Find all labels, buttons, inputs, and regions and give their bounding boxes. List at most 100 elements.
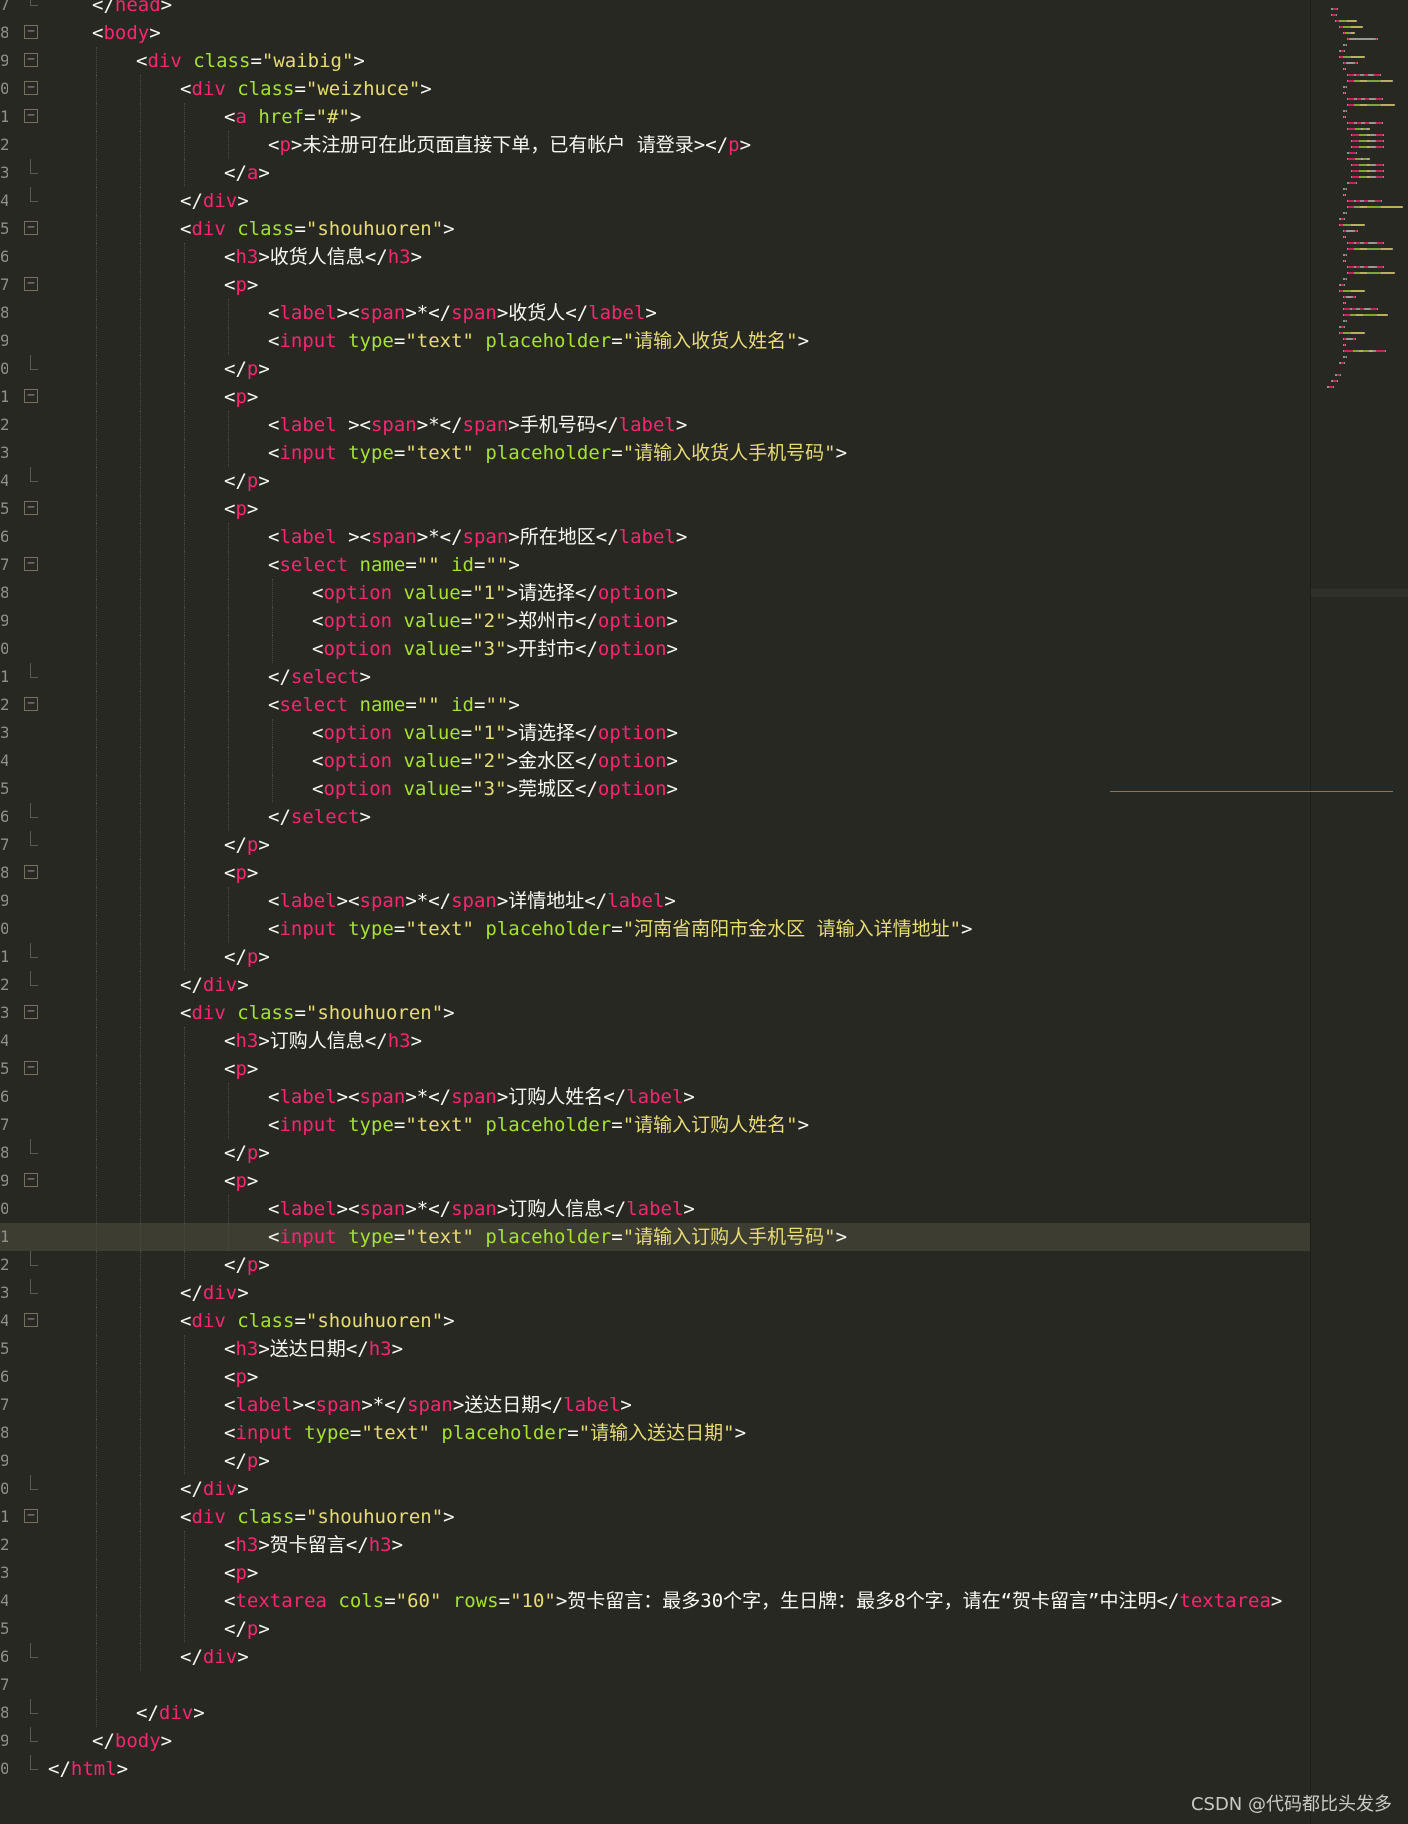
code-line[interactable]: 0 </p> xyxy=(0,355,1310,383)
code-line[interactable]: 8 − <p> xyxy=(0,859,1310,887)
code-line[interactable]: 2 <label ><span>*</span>手机号码</label> xyxy=(0,411,1310,439)
code-line[interactable]: 3 <input type="text" placeholder="请输入收货人手… xyxy=(0,439,1310,467)
fold-toggle-icon[interactable]: − xyxy=(24,1061,38,1075)
code-token: name xyxy=(359,694,406,716)
code-line[interactable]: 0 <option value="3">开封市</option> xyxy=(0,635,1310,663)
code-line[interactable]: 3 <option value="1">请选择</option> xyxy=(0,719,1310,747)
fold-toggle-icon[interactable]: − xyxy=(24,81,38,95)
code-line[interactable]: 8 <input type="text" placeholder="请输入送达日期… xyxy=(0,1419,1310,1447)
code-line[interactable]: 5 <h3>送达日期</h3> xyxy=(0,1335,1310,1363)
code-line[interactable]: 6 <h3>收货人信息</h3> xyxy=(0,243,1310,271)
indent-guide xyxy=(96,1503,97,1531)
fold-toggle-icon[interactable]: − xyxy=(24,1005,38,1019)
fold-toggle-icon[interactable]: − xyxy=(24,557,38,571)
code-line[interactable]: 4 </p> xyxy=(0,467,1310,495)
code-line[interactable]: 0 </div> xyxy=(0,1475,1310,1503)
code-line[interactable]: 7 </head> xyxy=(0,0,1310,19)
fold-toggle-icon[interactable]: − xyxy=(24,865,38,879)
code-line[interactable]: 2 </p> xyxy=(0,1251,1310,1279)
code-line[interactable]: 4 <h3>订购人信息</h3> xyxy=(0,1027,1310,1055)
code-line[interactable]: 2− <select name="" id=""> xyxy=(0,691,1310,719)
code-line[interactable]: 1 − <p> xyxy=(0,383,1310,411)
code-line[interactable]: 2 <p>未注册可在此页面直接下单，已有帐户 请登录></p> xyxy=(0,131,1310,159)
code-line[interactable]: 7 <label><span>*</span>送达日期</label> xyxy=(0,1391,1310,1419)
code-token: > xyxy=(620,1394,632,1416)
code-line[interactable]: 8 <option value="1">请选择</option> xyxy=(0,579,1310,607)
code-line[interactable]: 5 − <p> xyxy=(0,1055,1310,1083)
code-line[interactable]: 5 − <div class="shouhuoren"> xyxy=(0,215,1310,243)
code-line[interactable]: 8 </div> xyxy=(0,1699,1310,1727)
code-line[interactable]: 4 <option value="2">金水区</option> xyxy=(0,747,1310,775)
minimap-line xyxy=(1402,206,1403,208)
fold-toggle-icon[interactable]: − xyxy=(24,109,38,123)
code-line[interactable]: 2 <h3>贺卡留言</h3> xyxy=(0,1531,1310,1559)
code-line[interactable]: 4 − <div class="shouhuoren"> xyxy=(0,1307,1310,1335)
code-line[interactable]: 0 </html> xyxy=(0,1755,1310,1783)
fold-end-marker-icon xyxy=(24,1699,38,1727)
code-line[interactable]: 6 </select> xyxy=(0,803,1310,831)
fold-toggle-icon[interactable]: − xyxy=(24,389,38,403)
code-line[interactable]: 2 </div> xyxy=(0,971,1310,999)
code-line[interactable]: 3 </a> xyxy=(0,159,1310,187)
code-line[interactable]: 8 </p> xyxy=(0,1139,1310,1167)
fold-toggle-icon[interactable]: − xyxy=(24,697,38,711)
code-line[interactable]: 0 <label><span>*</span>订购人信息</label> xyxy=(0,1195,1310,1223)
fold-toggle-icon[interactable]: − xyxy=(24,221,38,235)
code-text: </p> xyxy=(224,355,270,383)
fold-toggle-icon[interactable]: − xyxy=(24,1509,38,1523)
code-line[interactable]: 9 <label><span>*</span>详情地址</label> xyxy=(0,887,1310,915)
code-line[interactable]: 6 </div> xyxy=(0,1643,1310,1671)
code-line[interactable]: 1 <input type="text" placeholder="请输入订购人手… xyxy=(0,1223,1310,1251)
fold-toggle-icon[interactable]: − xyxy=(24,277,38,291)
code-line[interactable]: 4 </div> xyxy=(0,187,1310,215)
code-line[interactable]: 7 </p> xyxy=(0,831,1310,859)
fold-toggle-icon[interactable]: − xyxy=(24,1173,38,1187)
code-line[interactable]: 9 </body> xyxy=(0,1727,1310,1755)
code-line[interactable]: 9 </p> xyxy=(0,1447,1310,1475)
code-line[interactable]: 0 <input type="text" placeholder="河南省南阳市金… xyxy=(0,915,1310,943)
code-token: > xyxy=(797,1114,810,1136)
code-line[interactable]: 7 xyxy=(0,1671,1310,1699)
minimap[interactable] xyxy=(1310,0,1408,1824)
code-line[interactable]: 0 − <div class="weizhuce"> xyxy=(0,75,1310,103)
code-line[interactable]: 6 <label ><span>*</span>所在地区</label> xyxy=(0,523,1310,551)
code-line[interactable]: 9 − <div class="waibig"> xyxy=(0,47,1310,75)
code-line[interactable]: 7 <input type="text" placeholder="请输入订购人姓… xyxy=(0,1111,1310,1139)
code-line[interactable]: 7 − <p> xyxy=(0,271,1310,299)
code-line[interactable]: 1 </p> xyxy=(0,943,1310,971)
fold-toggle-icon[interactable]: − xyxy=(24,501,38,515)
fold-toggle-icon[interactable]: − xyxy=(24,53,38,67)
line-number: 6 xyxy=(0,247,8,266)
code-token: </ xyxy=(575,638,598,660)
code-line[interactable]: 1 − <div class="shouhuoren"> xyxy=(0,1503,1310,1531)
code-text: <a href="#"> xyxy=(224,103,361,131)
code-token: "1" xyxy=(472,582,507,604)
code-line[interactable]: 5 <option value="3">莞城区</option> xyxy=(0,775,1310,803)
fold-toggle-icon[interactable]: − xyxy=(24,1313,38,1327)
code-line[interactable]: 9 <input type="text" placeholder="请输入收货人姓… xyxy=(0,327,1310,355)
code-line[interactable]: 3 − <div class="shouhuoren"> xyxy=(0,999,1310,1027)
code-line[interactable]: 3 <p> xyxy=(0,1559,1310,1587)
code-line[interactable]: 8 <label><span>*</span>收货人</label> xyxy=(0,299,1310,327)
code-line[interactable]: 1 </select> xyxy=(0,663,1310,691)
minimap-viewport[interactable] xyxy=(1311,589,1408,597)
code-line[interactable]: 5 − <p> xyxy=(0,495,1310,523)
code-editor[interactable]: 7 </head> 8− <body> 9− <div class="waibig"> 0−… xyxy=(0,0,1310,1824)
code-token: > xyxy=(645,302,657,324)
code-line[interactable]: 5 </p> xyxy=(0,1615,1310,1643)
code-line[interactable]: 1 − <a href="#"> xyxy=(0,103,1310,131)
code-line[interactable]: 4 <textarea cols="60" rows="10">贺卡留言：最多30… xyxy=(0,1587,1310,1615)
code-token: input xyxy=(235,1422,293,1444)
fold-toggle-icon[interactable]: − xyxy=(24,25,38,39)
code-line[interactable]: 7− <select name="" id=""> xyxy=(0,551,1310,579)
code-line[interactable]: 9 <option value="2">郑州市</option> xyxy=(0,607,1310,635)
code-token: > xyxy=(258,1534,270,1556)
code-line[interactable]: 6 <p> xyxy=(0,1363,1310,1391)
code-line[interactable]: 6 <label><span>*</span>订购人姓名</label> xyxy=(0,1083,1310,1111)
line-number: 6 xyxy=(0,1087,8,1106)
code-line[interactable]: 8 − <body> xyxy=(0,19,1310,47)
code-token: < xyxy=(268,918,280,940)
code-line[interactable]: 3 </div> xyxy=(0,1279,1310,1307)
line-number: 9 xyxy=(0,1731,8,1750)
code-line[interactable]: 9 − <p> xyxy=(0,1167,1310,1195)
